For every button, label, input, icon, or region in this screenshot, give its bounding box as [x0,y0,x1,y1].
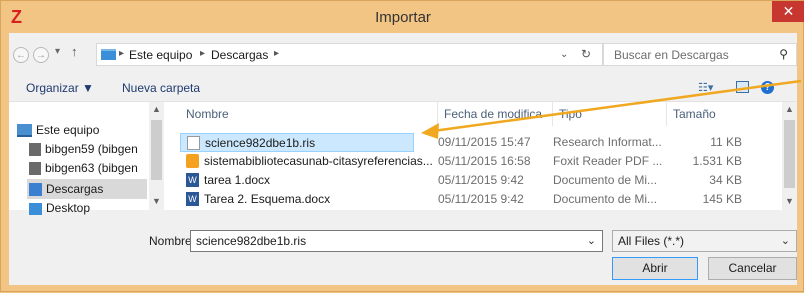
column-header-size[interactable]: Tamaño [667,102,742,126]
open-button[interactable]: Abrir [612,257,698,280]
file-list-scrollbar[interactable]: ▲ ▼ [782,102,797,210]
breadcrumb-separator-icon: ▸ [274,48,280,59]
nav-item-descargas[interactable]: Descargas [27,179,147,199]
file-row[interactable]: W Tarea 2. Esquema.docx 05/11/2015 9:42 … [180,190,790,209]
column-header-type[interactable]: Tipo [553,102,667,126]
file-name-input[interactable]: science982dbe1b.ris ⌄ [190,230,603,252]
help-icon[interactable]: ? [761,81,774,94]
computer-icon [17,124,32,138]
view-options-icon[interactable]: ☷▾ [698,81,720,95]
new-folder-button[interactable]: Nueva carpeta [122,81,200,95]
breadcrumb-separator-icon: ▸ [200,48,206,59]
search-icon[interactable]: ⚲ [779,47,788,61]
address-dropdown-chevron-icon[interactable]: ⌄ [560,49,568,60]
nav-item-bibgen59[interactable]: bibgen59 (bibgen [29,139,169,159]
word-file-icon: W [186,192,199,206]
file-size: 34 KB [709,173,742,187]
file-list: Nombre Fecha de modifica Tipo Tamaño sci… [172,102,782,210]
chevron-down-icon[interactable]: ⌄ [781,231,790,251]
downloads-folder-icon [29,183,42,197]
nav-item-bibgen63[interactable]: bibgen63 (bibgen [29,158,169,178]
chevron-down-icon[interactable]: ⌄ [587,231,596,251]
file-name: tarea 1.docx [204,173,271,187]
file-name-label: Nombre: [149,234,196,248]
file-date: 05/11/2015 16:58 [438,154,531,168]
file-date: 05/11/2015 9:42 [438,192,524,206]
file-type: Foxit Reader PDF ... [553,154,663,168]
column-header-date[interactable]: Fecha de modifica [438,102,553,126]
navigation-pane: Este equipo bibgen59 (bibgen bibgen63 (b… [9,102,157,215]
forward-button[interactable]: → [33,47,49,63]
file-name: sistemabibliotecasunab-citasyreferencias… [204,154,432,168]
dialog-client: ← → ▾ ↑ ▸ Este equipo ▸ Descargas ▸ ⌄ ↻ … [9,33,797,285]
import-dialog: Z Importar ✕ ← → ▾ ↑ ▸ Este equipo ▸ Des… [0,0,804,292]
nav-scrollbar[interactable]: ▲ ▼ [149,102,164,210]
search-input[interactable]: Buscar en Descargas ⚲ [603,43,797,66]
scroll-up-icon[interactable]: ▲ [152,104,161,114]
close-button[interactable]: ✕ [772,1,804,22]
file-type: Research Informat... [553,135,662,149]
window-title: Importar [375,9,431,26]
refresh-icon[interactable]: ↻ [581,47,591,61]
nav-item-label: Este equipo [36,123,100,137]
generic-file-icon [187,136,200,150]
file-date: 05/11/2015 9:42 [438,173,524,187]
word-file-icon: W [186,173,199,187]
scroll-down-icon[interactable]: ▼ [785,196,794,206]
nav-item-este-equipo[interactable]: Este equipo [17,120,157,140]
up-arrow-icon[interactable]: ↑ [71,44,78,59]
breadcrumb-separator-icon: ▸ [119,48,125,59]
nav-item-label: Descargas [46,182,104,196]
back-button[interactable]: ← [13,47,29,63]
title-bar[interactable]: Z Importar ✕ [1,1,804,33]
file-row[interactable]: W tarea 1.docx 05/11/2015 9:42 Documento… [180,171,790,190]
browser-content: Este equipo bibgen59 (bibgen bibgen63 (b… [9,101,797,215]
organize-button[interactable]: Organizar ▼ [26,81,94,95]
command-bar: Organizar ▼ Nueva carpeta ☷▾ ? [9,77,797,101]
file-size: 1.531 KB [692,154,742,168]
address-box[interactable]: ▸ Este equipo ▸ Descargas ▸ ⌄ ↻ [96,43,603,66]
column-header-name[interactable]: Nombre [180,102,438,126]
file-list-scrollbar-thumb[interactable] [784,120,795,188]
this-pc-icon [101,49,116,60]
breadcrumb-este-equipo[interactable]: Este equipo [129,48,192,62]
network-drive-icon [29,162,41,176]
file-type-filter[interactable]: All Files (*.*) ⌄ [612,230,797,252]
preview-pane-icon[interactable] [736,81,749,93]
cancel-button[interactable]: Cancelar [708,257,797,280]
nav-scrollbar-thumb[interactable] [151,120,162,180]
file-size: 11 KB [710,135,742,149]
nav-item-label: bibgen63 (bibgen [45,161,138,175]
file-name: science982dbe1b.ris [205,136,316,150]
recent-locations-chevron-icon[interactable]: ▾ [55,46,60,57]
file-name: Tarea 2. Esquema.docx [204,192,331,206]
file-date: 09/11/2015 15:47 [438,135,531,149]
breadcrumb-descargas[interactable]: Descargas [211,48,268,62]
pdf-file-icon [186,154,199,168]
file-row[interactable]: sistemabibliotecasunab-citasyreferencias… [180,152,790,171]
scroll-down-icon[interactable]: ▼ [152,196,161,206]
scroll-up-icon[interactable]: ▲ [785,104,794,114]
search-placeholder: Buscar en Descargas [614,48,729,62]
file-name-value: science982dbe1b.ris [196,234,307,248]
file-row[interactable]: science982dbe1b.ris [180,133,414,152]
nav-item-label: bibgen59 (bibgen [45,142,138,156]
network-drive-icon [29,143,41,157]
address-bar-row: ← → ▾ ↑ ▸ Este equipo ▸ Descargas ▸ ⌄ ↻ … [9,42,797,68]
file-size: 145 KB [702,192,742,206]
file-type: Documento de Mi... [553,173,658,187]
file-type: Documento de Mi... [553,192,658,206]
dialog-footer: Nombre: science982dbe1b.ris ⌄ All Files … [9,209,797,285]
file-type-filter-value: All Files (*.*) [618,234,685,248]
